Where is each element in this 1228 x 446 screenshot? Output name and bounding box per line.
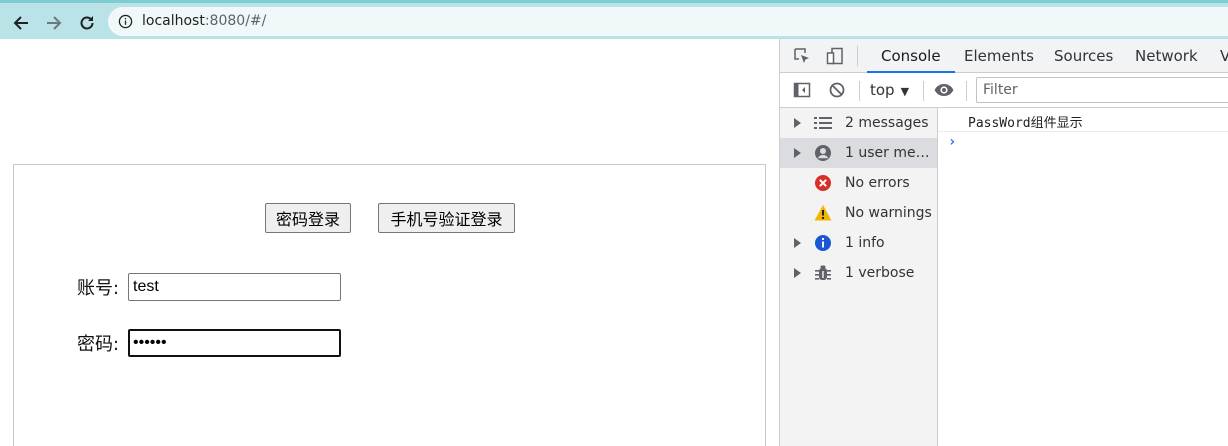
expand-triangle-icon[interactable] xyxy=(794,238,801,248)
list-icon xyxy=(814,114,832,132)
sidebar-item-label: No warnings xyxy=(845,205,932,221)
toolbar-divider xyxy=(857,46,858,66)
password-label: 密码: xyxy=(77,334,120,355)
sidebar-item-user-messages[interactable]: 1 user mess… xyxy=(780,138,937,168)
password-login-button[interactable]: 密码登录 xyxy=(265,203,351,233)
sidebar-item-label: 1 verbose xyxy=(845,265,915,281)
filterbar-divider xyxy=(859,81,860,101)
device-icon xyxy=(826,47,843,65)
account-label: 账号: xyxy=(77,278,120,299)
reload-button[interactable] xyxy=(74,10,100,36)
live-expression-button[interactable] xyxy=(933,79,955,101)
filterbar-divider-3 xyxy=(966,81,967,101)
clear-console-button[interactable] xyxy=(826,79,848,101)
sms-login-button[interactable]: 手机号验证登录 xyxy=(378,203,515,233)
address-bar[interactable]: localhost:8080/#/ xyxy=(108,7,1228,36)
arrow-left-icon xyxy=(13,16,28,30)
sidebar-item-warnings[interactable]: No warnings xyxy=(780,198,937,228)
arrow-right-icon xyxy=(47,16,62,30)
browser-toolbar: localhost:8080/#/ xyxy=(0,0,1228,39)
tab-console[interactable]: Console xyxy=(867,39,954,73)
expand-triangle-icon[interactable] xyxy=(794,148,801,158)
console-log-message: PassWord组件显示 xyxy=(938,108,1228,132)
eye-icon xyxy=(934,84,954,96)
console-filter-input[interactable]: Filter xyxy=(976,77,1228,103)
user-icon xyxy=(814,144,832,162)
password-input[interactable]: •••••• xyxy=(128,329,341,357)
context-selector[interactable]: top ▼ xyxy=(870,81,909,99)
reload-icon xyxy=(80,16,94,30)
filterbar-divider-2 xyxy=(923,81,924,101)
url-text: localhost:8080/#/ xyxy=(142,13,266,29)
sidebar-item-label: 2 messages xyxy=(845,115,929,131)
inspect-cursor-icon xyxy=(794,48,809,63)
info-circle-icon[interactable] xyxy=(118,14,133,29)
sidebar-icon xyxy=(793,82,811,98)
back-button[interactable] xyxy=(8,10,34,36)
tab-more[interactable]: V xyxy=(1220,39,1228,73)
dropdown-triangle-icon: ▼ xyxy=(900,85,910,98)
devtools-panel: Console Elements Sources Network V top ▼ xyxy=(779,39,1228,446)
page-viewport: 密码登录 手机号验证登录 账号: test 密码: •••••• xyxy=(0,39,779,446)
account-input[interactable]: test xyxy=(128,273,341,301)
sidebar-item-messages[interactable]: 2 messages xyxy=(780,108,937,138)
devtools-tabbar: Console Elements Sources Network V xyxy=(780,39,1228,73)
expand-triangle-icon[interactable] xyxy=(794,268,801,278)
tab-network[interactable]: Network xyxy=(1135,39,1198,73)
tab-elements[interactable]: Elements xyxy=(964,39,1034,73)
console-output: PassWord组件显示 › xyxy=(938,108,1228,446)
sidebar-item-label: 1 info xyxy=(845,235,885,251)
password-mask: •••••• xyxy=(133,334,167,351)
url-path: :8080/#/ xyxy=(204,13,267,29)
forward-button[interactable] xyxy=(41,10,67,36)
sidebar-item-label: No errors xyxy=(845,175,910,191)
sidebar-item-verbose[interactable]: 1 verbose xyxy=(780,258,937,288)
console-prompt-icon[interactable]: › xyxy=(948,134,956,150)
block-icon xyxy=(829,82,845,98)
warning-icon xyxy=(814,204,832,222)
url-host: localhost xyxy=(142,13,205,29)
tab-sources[interactable]: Sources xyxy=(1054,39,1113,73)
error-icon xyxy=(814,174,832,192)
sidebar-item-label: 1 user mess… xyxy=(845,145,935,161)
expand-triangle-icon[interactable] xyxy=(794,118,801,128)
sidebar-item-info[interactable]: 1 info xyxy=(780,228,937,258)
sidebar-toggle-button[interactable] xyxy=(791,79,813,101)
sidebar-item-errors[interactable]: No errors xyxy=(780,168,937,198)
console-filterbar: top ▼ Filter xyxy=(780,73,1228,108)
device-toolbar-button[interactable] xyxy=(824,45,846,67)
info-icon xyxy=(814,234,832,252)
inspect-element-button[interactable] xyxy=(791,45,813,67)
context-value: top xyxy=(870,81,895,99)
console-sidebar: 2 messages 1 user mess… No errors No war… xyxy=(780,108,938,446)
bug-icon xyxy=(814,264,832,282)
